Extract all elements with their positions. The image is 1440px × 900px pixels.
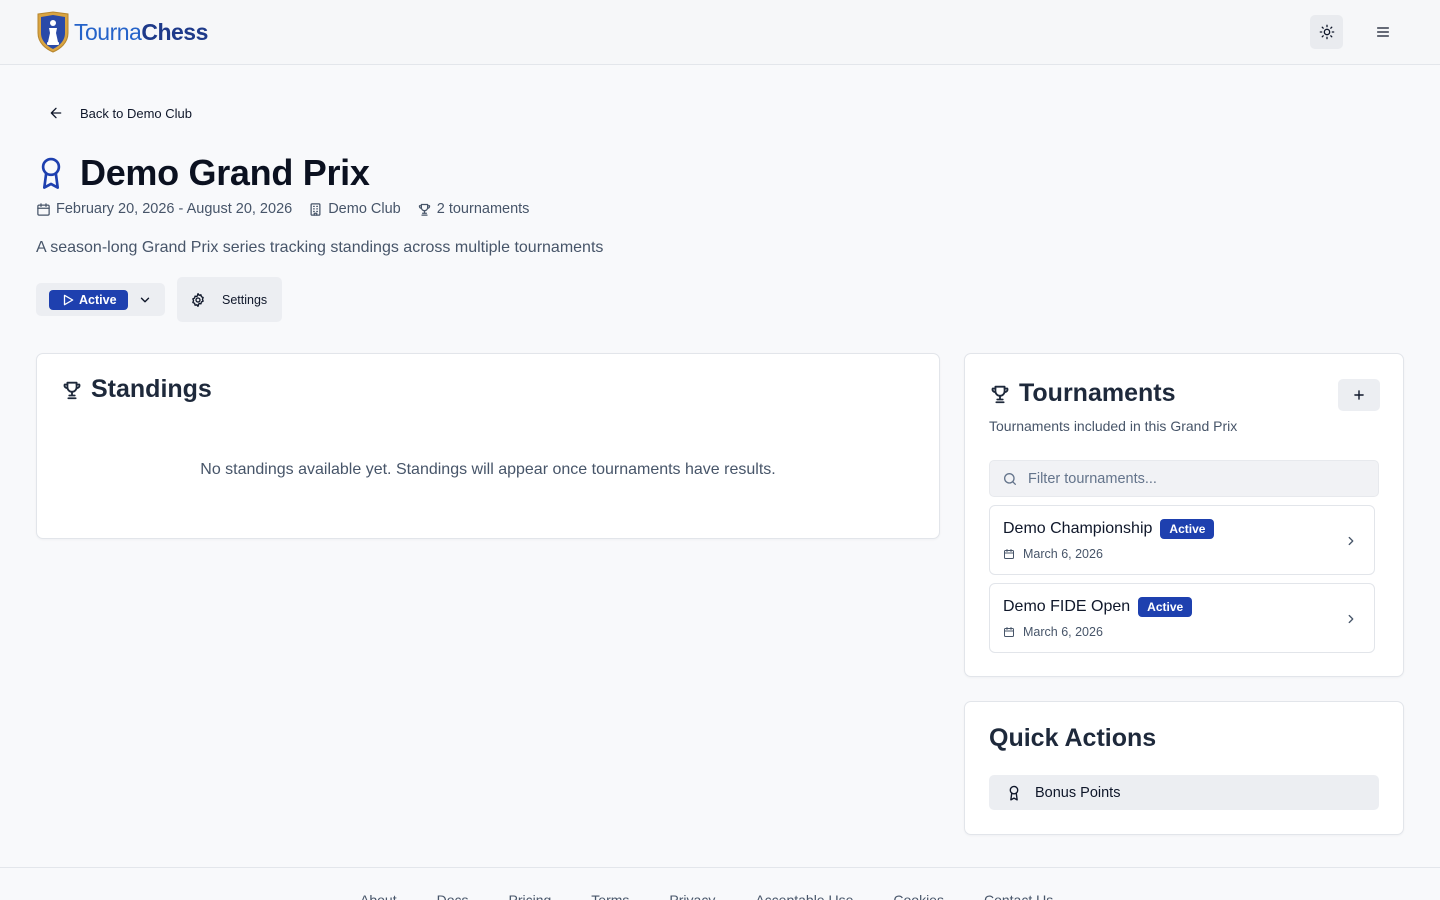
tournament-count-text: 2 tournaments (436, 201, 530, 217)
tournament-date-row: March 6, 2026 (1003, 547, 1103, 561)
footer: About Docs Pricing Terms Privacy Accepta… (0, 867, 1440, 900)
tournament-name-row: Demo FIDE Open Active (1003, 597, 1193, 617)
add-tournament-button[interactable] (1338, 379, 1380, 411)
status-badge: Active (1138, 597, 1193, 617)
bonus-points-label: Bonus Points (1035, 784, 1121, 801)
shield-logo-icon (36, 11, 70, 53)
calendar-icon (1003, 626, 1015, 638)
chevron-down-icon[interactable] (138, 293, 152, 307)
hamburger-icon (1375, 24, 1391, 40)
play-icon (61, 293, 75, 307)
filter-field[interactable] (989, 460, 1379, 497)
tournament-name: Demo Championship (1003, 520, 1153, 537)
calendar-icon (36, 202, 51, 217)
logo-text: TournaChess (74, 18, 208, 45)
gear-icon (190, 292, 206, 308)
date-range-text: February 20, 2026 - August 20, 2026 (56, 201, 293, 217)
page-description: A season-long Grand Prix series tracking… (36, 239, 604, 256)
footer-link-about[interactable]: About (360, 892, 397, 900)
logo[interactable]: TournaChess (36, 11, 208, 53)
trophy-icon (417, 202, 432, 217)
tournament-date: March 6, 2026 (1023, 625, 1103, 639)
status-selector[interactable]: Active (36, 283, 165, 316)
quick-actions-title: Quick Actions (989, 724, 1157, 752)
filter-tournaments-input[interactable] (1028, 470, 1358, 487)
theme-toggle-button[interactable] (1310, 15, 1343, 49)
tournament-name-row: Demo Championship Active (1003, 519, 1215, 539)
tournament-item-demo-fide-open[interactable]: Demo FIDE Open Active March 6, 2026 (989, 583, 1375, 653)
back-link[interactable]: Back to Demo Club (48, 101, 192, 125)
footer-link-cookies[interactable]: Cookies (893, 892, 944, 900)
award-icon (1007, 785, 1021, 801)
menu-button[interactable] (1366, 15, 1399, 49)
trophy-icon (989, 383, 1011, 405)
sun-icon (1319, 24, 1335, 40)
arrow-left-icon (48, 105, 64, 121)
status-badge: Active (1160, 519, 1215, 539)
standings-header: Standings (61, 375, 212, 404)
footer-link-acceptable-use[interactable]: Acceptable Use (755, 892, 853, 900)
settings-button[interactable]: Settings (177, 277, 282, 322)
top-bar: TournaChess (0, 0, 1440, 65)
footer-links: About Docs Pricing Terms Privacy Accepta… (360, 892, 1053, 900)
club-name: Demo Club (328, 201, 401, 217)
building-icon (308, 202, 323, 217)
tournaments-header: Tournaments (989, 379, 1176, 408)
chevron-right-icon (1344, 534, 1358, 548)
standings-empty-message: No standings available yet. Standings wi… (200, 461, 776, 478)
footer-link-terms[interactable]: Terms (591, 892, 629, 900)
footer-link-pricing[interactable]: Pricing (509, 892, 552, 900)
bonus-points-button[interactable]: Bonus Points (989, 775, 1379, 810)
quick-actions-card: Quick Actions Bonus Points (964, 701, 1404, 835)
footer-link-contact-us[interactable]: Contact Us (984, 892, 1053, 900)
chevron-right-icon (1344, 612, 1358, 626)
trophy-icon (61, 379, 83, 401)
date-range: February 20, 2026 - August 20, 2026 (36, 201, 292, 217)
page-title: Demo Grand Prix (80, 152, 370, 193)
tournament-item-demo-championship[interactable]: Demo Championship Active March 6, 2026 (989, 505, 1375, 575)
award-icon (36, 156, 66, 190)
club-link[interactable]: Demo Club (308, 201, 401, 217)
status-pill[interactable]: Active (49, 289, 128, 310)
back-link-label: Back to Demo Club (80, 105, 192, 121)
page-title-row: Demo Grand Prix (36, 152, 370, 194)
status-label: Active (79, 292, 117, 307)
tournaments-card: Tournaments Tournaments included in this… (964, 353, 1404, 677)
tournament-name: Demo FIDE Open (1003, 598, 1131, 615)
search-icon (1002, 471, 1018, 487)
tournament-count: 2 tournaments (417, 201, 530, 217)
tournaments-subtitle: Tournaments included in this Grand Prix (989, 418, 1238, 434)
settings-label: Settings (222, 292, 268, 307)
tournament-date: March 6, 2026 (1023, 547, 1103, 561)
page-meta: February 20, 2026 - August 20, 2026 Demo… (36, 201, 529, 217)
tournaments-title: Tournaments (1019, 379, 1176, 407)
plus-icon (1352, 388, 1366, 402)
footer-link-docs[interactable]: Docs (437, 892, 469, 900)
standings-title: Standings (91, 375, 212, 403)
standings-card: Standings No standings available yet. St… (36, 353, 940, 539)
calendar-icon (1003, 548, 1015, 560)
tournament-date-row: March 6, 2026 (1003, 625, 1103, 639)
footer-link-privacy[interactable]: Privacy (669, 892, 715, 900)
